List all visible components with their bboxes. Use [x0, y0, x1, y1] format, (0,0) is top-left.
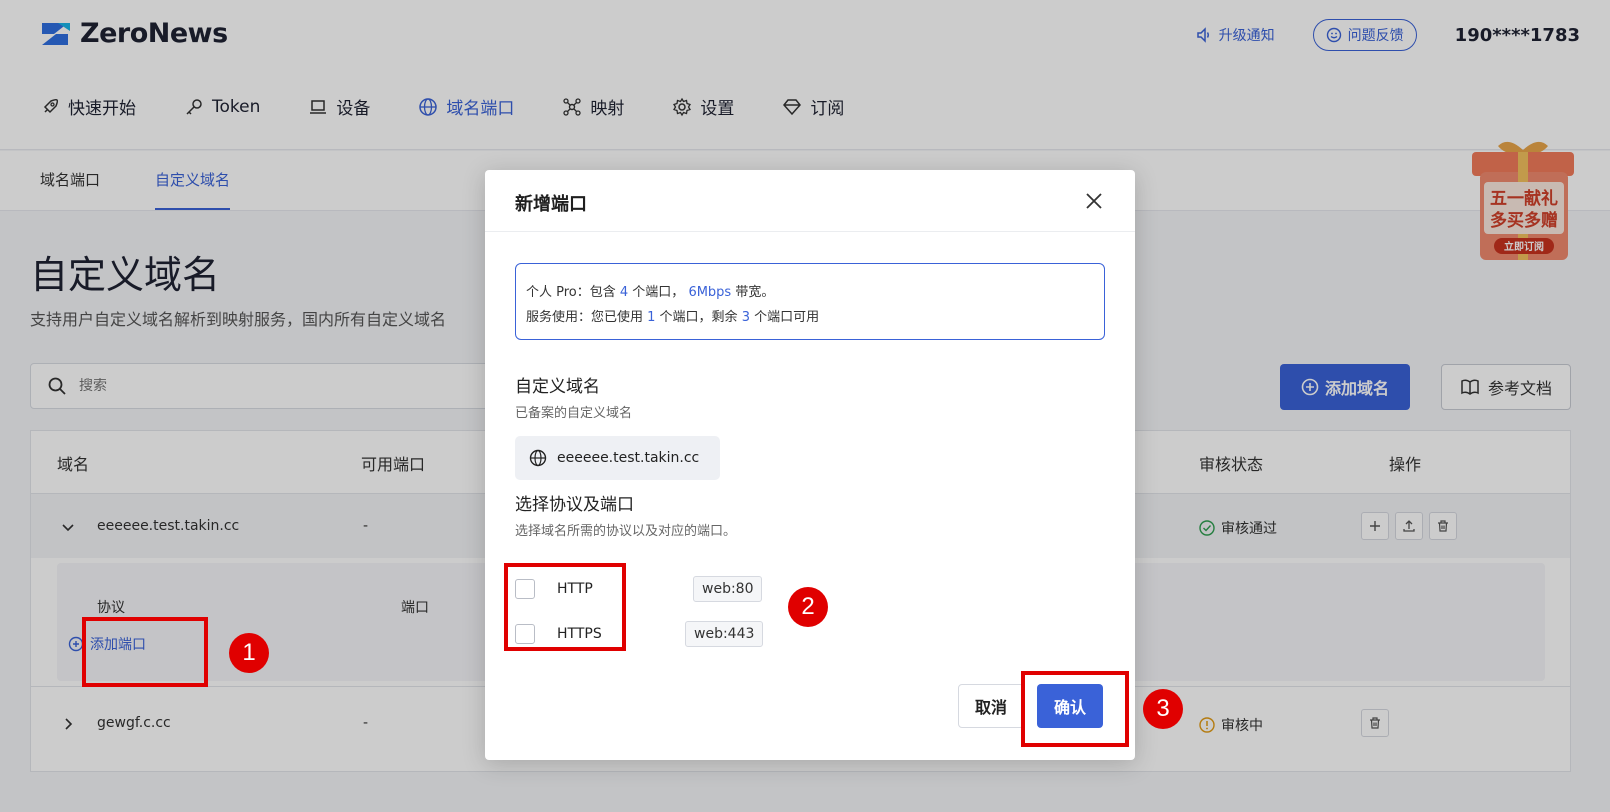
- annotation-badge-2: 2: [788, 587, 828, 627]
- usage-prefix: 服务使用：您已使用: [526, 310, 648, 325]
- selected-domain-value: eeeeee.test.takin.cc: [557, 450, 700, 466]
- domain-field-hint: 已备案的自定义域名: [515, 406, 633, 421]
- plan-info-box: 个人 Pro：包含 4 个端口， 6Mbps 带宽。 服务使用：您已使用 1 个…: [515, 263, 1105, 340]
- globe-icon: [529, 449, 547, 467]
- annotation-box-2: [504, 563, 626, 651]
- selected-domain-chip: eeeeee.test.takin.cc: [515, 436, 720, 480]
- close-icon[interactable]: [1083, 190, 1105, 212]
- annotation-box-3: [1021, 671, 1129, 747]
- domain-field-label: 自定义域名: [515, 377, 600, 397]
- annotation-badge-1: 1: [229, 633, 269, 673]
- plan-bandwidth: 6Mbps: [688, 285, 732, 300]
- plan-prefix: 个人 Pro：包含: [526, 285, 620, 300]
- cancel-button[interactable]: 取消: [958, 684, 1024, 728]
- usage-mid: 个端口，剩余: [655, 310, 742, 325]
- usage-suffix: 个端口可用: [749, 310, 820, 325]
- annotation-badge-3: 3: [1143, 689, 1183, 729]
- dialog-title: 新增端口: [515, 194, 587, 215]
- protocol-field-hint: 选择域名所需的协议以及对应的端口。: [515, 524, 737, 539]
- plan-suffix: 带宽。: [731, 285, 775, 300]
- dialog-header: 新增端口: [485, 170, 1135, 232]
- protocol-field-label: 选择协议及端口: [515, 495, 634, 515]
- port-tag: web:443: [685, 621, 764, 647]
- usage-remaining-count: 3: [741, 310, 750, 325]
- plan-port-count: 4: [619, 285, 629, 300]
- usage-summary: 服务使用：您已使用 1 个端口，剩余 3 个端口可用: [526, 305, 1094, 330]
- annotation-box-1: [82, 617, 208, 687]
- plan-summary: 个人 Pro：包含 4 个端口， 6Mbps 带宽。: [526, 280, 1094, 305]
- plan-mid: 个端口，: [628, 285, 689, 300]
- port-tag: web:80: [693, 576, 763, 602]
